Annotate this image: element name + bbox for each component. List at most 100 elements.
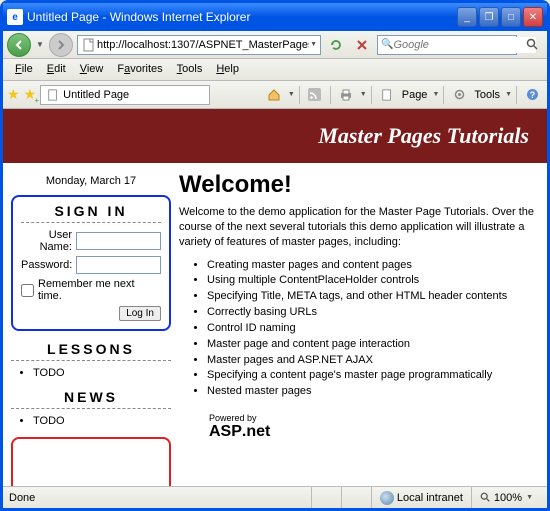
print-icon bbox=[339, 88, 353, 102]
svg-text:?: ? bbox=[529, 90, 535, 100]
close-button[interactable]: ✕ bbox=[523, 7, 543, 27]
signin-panel: SIGN IN User Name: Password: Remember me… bbox=[11, 195, 171, 331]
feature-item: Specifying Title, META tags, and other H… bbox=[207, 289, 539, 304]
feature-item: Using multiple ContentPlaceHolder contro… bbox=[207, 273, 539, 288]
print-dropdown[interactable]: ▼ bbox=[360, 91, 367, 98]
feature-item: Correctly basing URLs bbox=[207, 305, 539, 320]
news-heading: NEWS bbox=[11, 389, 171, 409]
main-content: Welcome! Welcome to the demo application… bbox=[179, 171, 539, 486]
ie-icon: e bbox=[7, 9, 23, 25]
news-section: NEWS TODO bbox=[11, 389, 171, 427]
tools-menu-button[interactable] bbox=[448, 84, 470, 106]
remember-label: Remember me next time. bbox=[38, 278, 161, 302]
add-favorites-icon[interactable]: ★+ bbox=[24, 86, 37, 103]
zoom-control[interactable]: 100% ▼ bbox=[471, 487, 541, 508]
minimize-button[interactable]: _ bbox=[457, 7, 477, 27]
help-icon: ? bbox=[526, 88, 539, 101]
feature-item: Creating master pages and content pages bbox=[207, 258, 539, 273]
favorites-star-icon[interactable]: ★ bbox=[7, 86, 20, 103]
forward-button[interactable] bbox=[49, 33, 73, 57]
feeds-button[interactable] bbox=[304, 84, 326, 106]
home-icon bbox=[267, 88, 281, 102]
magnifier-icon bbox=[480, 492, 491, 503]
help-button[interactable]: ? bbox=[521, 84, 543, 106]
stop-button[interactable] bbox=[351, 34, 373, 56]
menu-edit[interactable]: Edit bbox=[41, 61, 72, 78]
page-heading: Welcome! bbox=[179, 171, 539, 199]
username-input[interactable] bbox=[76, 232, 161, 250]
home-button[interactable] bbox=[263, 84, 285, 106]
page-menu-dropdown[interactable]: ▼ bbox=[432, 91, 439, 98]
maximize-button[interactable]: □ bbox=[501, 7, 521, 27]
address-input[interactable] bbox=[97, 37, 309, 53]
tab-toolbar: ★ ★+ Untitled Page ▼ ▼ Page▼ bbox=[3, 81, 547, 109]
feature-item: Master pages and ASP.NET AJAX bbox=[207, 353, 539, 368]
feature-list: Creating master pages and content pages … bbox=[179, 258, 539, 400]
page-icon bbox=[381, 89, 393, 101]
sidebar: Monday, March 17 SIGN IN User Name: Pass… bbox=[11, 171, 171, 486]
tools-menu-dropdown[interactable]: ▼ bbox=[505, 91, 512, 98]
login-button[interactable]: Log In bbox=[119, 306, 161, 321]
date-display: Monday, March 17 bbox=[11, 171, 171, 195]
address-bar[interactable]: ▼ bbox=[77, 35, 321, 55]
status-text: Done bbox=[9, 492, 311, 504]
window-title: Untitled Page - Windows Internet Explore… bbox=[27, 10, 457, 24]
news-item: TODO bbox=[33, 415, 171, 427]
refresh-button[interactable] bbox=[325, 34, 347, 56]
menu-view[interactable]: View bbox=[74, 61, 110, 78]
navigation-toolbar: ▼ ▼ 🔍 bbox=[3, 31, 547, 59]
search-input[interactable] bbox=[393, 37, 536, 53]
window-titlebar: e Untitled Page - Windows Internet Explo… bbox=[3, 3, 547, 31]
arrow-right-icon bbox=[55, 39, 67, 51]
rss-icon bbox=[308, 88, 321, 101]
feature-item: Nested master pages bbox=[207, 384, 539, 399]
home-dropdown[interactable]: ▼ bbox=[288, 91, 295, 98]
status-bar: Done Local intranet 100% ▼ bbox=[3, 486, 547, 508]
username-label: User Name: bbox=[21, 229, 76, 253]
password-input[interactable] bbox=[76, 256, 161, 274]
restore-button[interactable]: ❐ bbox=[479, 7, 499, 27]
feature-item: Control ID naming bbox=[207, 321, 539, 336]
menu-file[interactable]: File bbox=[9, 61, 39, 78]
remember-checkbox[interactable] bbox=[21, 284, 34, 297]
signin-heading: SIGN IN bbox=[21, 203, 161, 223]
back-dropdown[interactable]: ▼ bbox=[35, 40, 45, 49]
status-empty-2 bbox=[341, 487, 371, 508]
powered-by-logo: Powered by ASP.net bbox=[209, 413, 539, 441]
arrow-left-icon bbox=[13, 39, 25, 51]
feature-item: Specifying a content page's master page … bbox=[207, 368, 539, 383]
security-zone: Local intranet bbox=[371, 487, 471, 508]
status-empty-1 bbox=[311, 487, 341, 508]
highlight-box bbox=[11, 437, 171, 486]
page-menu-label[interactable]: Page bbox=[400, 89, 430, 101]
tab-title: Untitled Page bbox=[63, 89, 129, 101]
lessons-section: LESSONS TODO bbox=[11, 341, 171, 379]
page-icon bbox=[81, 37, 97, 53]
intro-paragraph: Welcome to the demo application for the … bbox=[179, 205, 539, 250]
menu-bar: File Edit View Favorites Tools Help bbox=[3, 59, 547, 81]
magnifier-icon bbox=[526, 38, 539, 51]
search-provider-icon: 🔍 bbox=[381, 39, 393, 50]
browser-tab[interactable]: Untitled Page bbox=[40, 85, 210, 105]
zone-icon bbox=[380, 491, 394, 505]
menu-help[interactable]: Help bbox=[210, 61, 245, 78]
lessons-heading: LESSONS bbox=[11, 341, 171, 361]
address-dropdown[interactable]: ▼ bbox=[310, 41, 317, 48]
print-button[interactable] bbox=[335, 84, 357, 106]
search-go-button[interactable] bbox=[521, 34, 543, 56]
menu-tools[interactable]: Tools bbox=[171, 61, 209, 78]
page-icon bbox=[47, 89, 59, 101]
page-banner: Master Pages Tutorials bbox=[3, 109, 547, 163]
refresh-icon bbox=[329, 38, 343, 52]
lessons-item: TODO bbox=[33, 367, 171, 379]
tools-menu-label[interactable]: Tools bbox=[472, 89, 502, 101]
browser-viewport: Master Pages Tutorials Monday, March 17 … bbox=[3, 109, 547, 486]
menu-favorites[interactable]: Favorites bbox=[111, 61, 168, 78]
feature-item: Master page and content page interaction bbox=[207, 337, 539, 352]
search-bar[interactable]: 🔍 bbox=[377, 35, 517, 55]
back-button[interactable] bbox=[7, 33, 31, 57]
stop-icon bbox=[356, 39, 368, 51]
page-menu-button[interactable] bbox=[376, 84, 398, 106]
gear-icon bbox=[453, 88, 466, 101]
password-label: Password: bbox=[21, 259, 76, 271]
